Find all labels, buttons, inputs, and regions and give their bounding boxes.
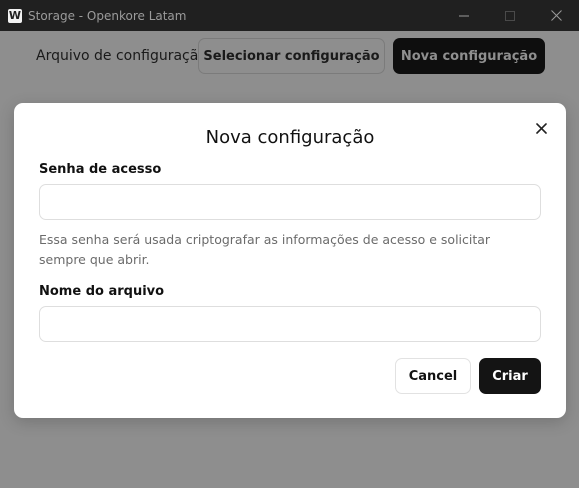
maximize-button[interactable] <box>487 0 533 31</box>
password-input[interactable] <box>39 184 541 220</box>
config-toolbar: Arquivo de configuração: Selecionar conf… <box>0 31 579 85</box>
window-close-icon <box>550 10 562 21</box>
password-help-text: Essa senha será usada criptografar as in… <box>39 232 491 267</box>
window-title: Storage - Openkore Latam <box>28 8 187 23</box>
window-titlebar: W Storage - Openkore Latam <box>0 0 579 31</box>
minimize-icon <box>459 15 469 16</box>
config-file-label: Arquivo de configuração: <box>36 48 212 64</box>
cancel-button[interactable]: Cancel <box>395 358 471 394</box>
create-button[interactable]: Criar <box>479 358 541 394</box>
new-config-button[interactable]: Nova configuração <box>393 38 545 74</box>
minimize-button[interactable] <box>441 0 487 31</box>
window-close-button[interactable] <box>533 0 579 31</box>
modal-close-icon <box>535 122 547 134</box>
password-label: Senha de acesso <box>39 162 162 177</box>
filename-label: Nome do arquivo <box>39 284 165 299</box>
maximize-icon <box>505 10 515 21</box>
new-config-dialog: Nova configuração Senha de acesso Essa s… <box>14 103 566 418</box>
filename-input[interactable] <box>39 306 541 342</box>
dialog-title: Nova configuração <box>205 127 375 148</box>
app-logo-icon: W <box>8 8 22 23</box>
window-controls <box>441 0 579 31</box>
dialog-close-button[interactable] <box>532 119 550 137</box>
select-config-button[interactable]: Selecionar configuração <box>198 38 385 74</box>
